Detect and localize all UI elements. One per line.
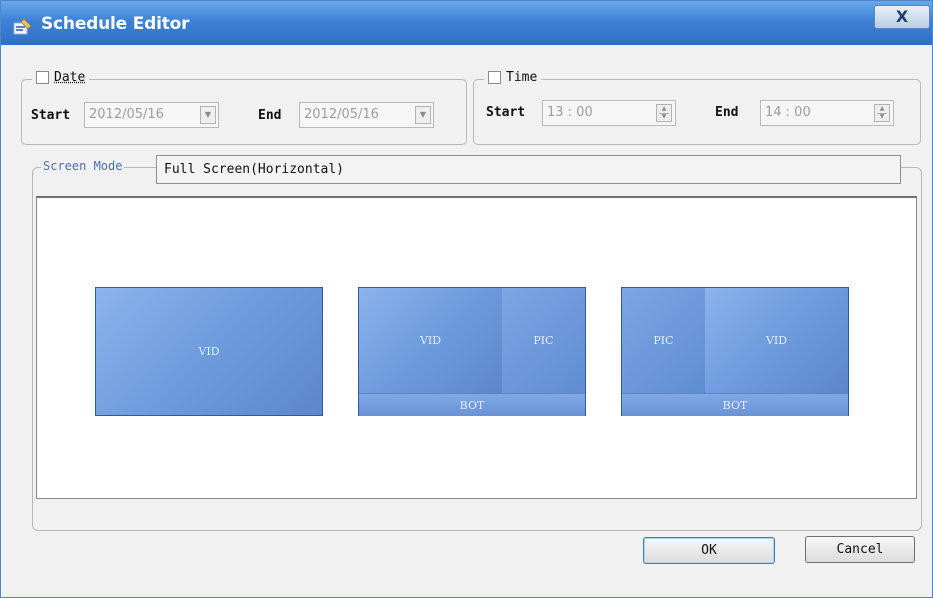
time-end-value: 14 : 00 [765, 105, 811, 120]
schedule-editor-icon [13, 18, 32, 35]
layout-preview-area: VID VID PIC BOT PIC VID BOT [36, 196, 917, 499]
date-end-label: End [258, 108, 282, 123]
spin-down-icon[interactable]: ▼ [660, 114, 668, 120]
close-icon: X [895, 7, 909, 26]
screen-mode-field[interactable]: Full Screen(Horizontal) [156, 155, 901, 184]
date-checkbox[interactable] [36, 71, 49, 84]
title-bar[interactable]: Schedule Editor X [1, 1, 932, 45]
date-start-field[interactable]: 2012/05/16 ▼ [84, 102, 219, 128]
layout-option-pic-vid-bot[interactable]: PIC VID BOT [621, 287, 849, 416]
close-button[interactable]: X [874, 5, 930, 29]
time-start-field[interactable]: 13 : 00 ▲ ▼ [542, 100, 676, 126]
time-start-label: Start [486, 105, 526, 120]
time-checkbox[interactable] [488, 71, 501, 84]
time-legend: Time [484, 70, 542, 85]
spin-arrows-icon[interactable]: ▲ ▼ [656, 104, 672, 122]
screen-mode-value: Full Screen(Horizontal) [164, 162, 345, 177]
time-end-field[interactable]: 14 : 00 ▲ ▼ [760, 100, 894, 126]
layout-pane-pic: PIC [502, 288, 585, 393]
dropdown-arrow-icon[interactable]: ▼ [200, 106, 216, 124]
date-label: Date [54, 70, 86, 85]
schedule-editor-window: Schedule Editor X Date Start 2012/05/16 … [0, 0, 933, 598]
layout-pane-bot: BOT [359, 393, 585, 416]
spin-down-icon[interactable]: ▼ [878, 114, 886, 120]
layout-pane-vid: VID [359, 288, 502, 393]
window-title: Schedule Editor [41, 14, 190, 34]
dropdown-arrow-icon[interactable]: ▼ [415, 106, 431, 124]
spin-up-icon[interactable]: ▲ [660, 106, 668, 112]
spin-arrows-icon[interactable]: ▲ ▼ [874, 104, 890, 122]
time-label: Time [506, 70, 538, 85]
layout-pane-vid: VID [96, 288, 322, 415]
time-start-value: 13 : 00 [547, 105, 593, 120]
layout-option-full[interactable]: VID [95, 287, 323, 416]
spin-up-icon[interactable]: ▲ [878, 106, 886, 112]
date-end-value: 2012/05/16 [304, 107, 379, 122]
date-end-field[interactable]: 2012/05/16 ▼ [299, 102, 434, 128]
date-start-label: Start [31, 108, 71, 123]
cancel-button[interactable]: Cancel [805, 536, 915, 563]
screen-mode-label: Screen Mode [41, 159, 125, 173]
layout-pane-vid: VID [705, 288, 848, 393]
date-start-value: 2012/05/16 [89, 107, 164, 122]
dialog-body: Date Start 2012/05/16 ▼ End 2012/05/16 ▼… [12, 45, 924, 593]
date-group: Date Start 2012/05/16 ▼ End 2012/05/16 ▼ [21, 70, 467, 145]
layout-pane-bot: BOT [622, 393, 848, 416]
time-end-label: End [715, 105, 739, 120]
layout-option-vid-pic-bot[interactable]: VID PIC BOT [358, 287, 586, 416]
ok-button[interactable]: OK [643, 537, 775, 564]
date-legend: Date [32, 70, 90, 85]
time-group: Time Start 13 : 00 ▲ ▼ End 14 : 00 ▲ ▼ [473, 70, 921, 145]
layout-pane-pic: PIC [622, 288, 705, 393]
